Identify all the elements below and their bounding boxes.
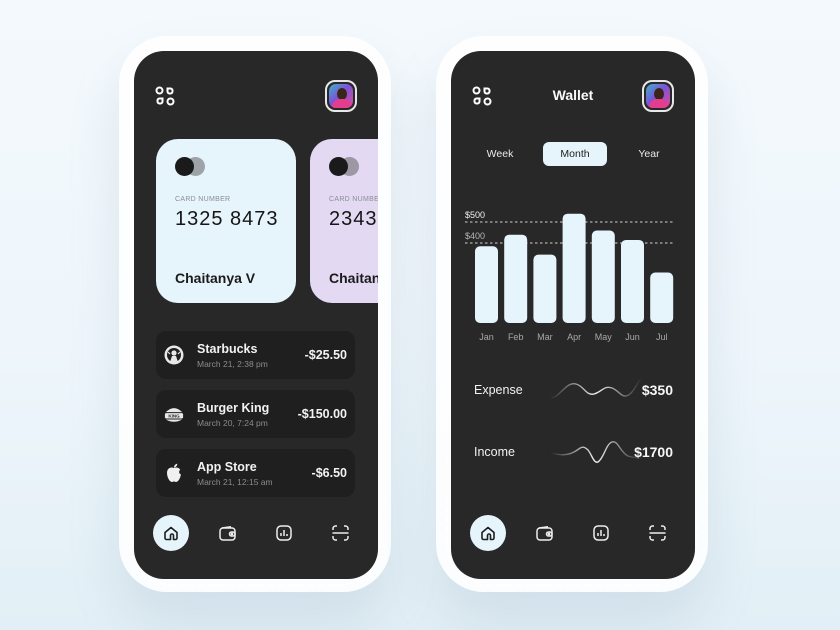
card-number: 1325 8473 xyxy=(175,208,279,230)
chart-icon xyxy=(276,525,292,541)
month-label: Jan xyxy=(479,332,494,342)
month-label: May xyxy=(595,332,613,342)
month-label: Jul xyxy=(656,332,668,342)
payment-card[interactable]: CARD NUMBER 2343 Chaitan xyxy=(310,139,378,303)
expense-label: Expense xyxy=(474,383,523,397)
bar-jun[interactable] xyxy=(621,239,644,323)
income-value: $1700 xyxy=(634,444,673,460)
transaction-date: March 21, 2:38 pm xyxy=(197,359,268,369)
nav-scan[interactable] xyxy=(639,515,675,551)
bar-jan[interactable] xyxy=(475,246,498,323)
transaction-amount: -$6.50 xyxy=(311,466,347,480)
period-selector: Week Month Year xyxy=(451,142,695,166)
nav-wallet[interactable] xyxy=(526,515,562,551)
reference-label: $400 xyxy=(465,231,485,241)
income-row[interactable]: Income $1700 xyxy=(474,438,673,468)
transaction-item[interactable]: Starbucks March 21, 2:38 pm -$25.50 xyxy=(156,331,355,379)
wallet-icon xyxy=(218,525,236,541)
wallet-screen: Wallet Week Month Year $500 $400 Jan Feb Mar… xyxy=(451,51,695,579)
burger-king-logo-icon: KING xyxy=(164,404,184,424)
card-brand-icon xyxy=(175,157,207,177)
card-holder-name: Chaitanya V xyxy=(175,270,256,286)
chart-icon xyxy=(593,525,609,541)
transaction-date: March 20, 7:24 pm xyxy=(197,418,268,428)
card-number-label: CARD NUMBER xyxy=(329,196,378,203)
income-label: Income xyxy=(474,445,515,459)
nav-stats[interactable] xyxy=(266,515,302,551)
home-icon xyxy=(481,526,495,541)
bottom-nav xyxy=(134,515,378,551)
apple-logo-icon xyxy=(164,463,184,483)
bar-mar[interactable] xyxy=(533,254,557,323)
income-sparkline xyxy=(549,441,643,463)
card-brand-icon xyxy=(329,157,361,177)
bar-jul[interactable] xyxy=(650,272,674,324)
scan-icon xyxy=(331,525,349,541)
month-label: Mar xyxy=(537,332,553,342)
transaction-item[interactable]: App Store March 21, 12:15 am -$6.50 xyxy=(156,449,355,497)
nav-wallet[interactable] xyxy=(209,515,245,551)
svg-text:KING: KING xyxy=(168,414,180,419)
avatar-photo xyxy=(646,84,670,108)
merchant-name: App Store xyxy=(197,460,257,474)
transaction-item[interactable]: KING Burger King March 20, 7:24 pm -$150… xyxy=(156,390,355,438)
user-avatar[interactable] xyxy=(642,80,674,112)
bottom-nav xyxy=(451,515,695,551)
bar-apr[interactable] xyxy=(562,213,586,323)
scan-icon xyxy=(648,525,666,541)
expense-value: $350 xyxy=(641,382,673,398)
nav-scan[interactable] xyxy=(322,515,358,551)
nav-home[interactable] xyxy=(470,515,506,551)
user-avatar[interactable] xyxy=(325,80,357,112)
expense-row[interactable]: Expense $350 xyxy=(474,376,673,406)
avatar-photo xyxy=(329,84,353,108)
nav-stats[interactable] xyxy=(583,515,619,551)
month-label: Feb xyxy=(508,332,524,342)
transaction-date: March 21, 12:15 am xyxy=(197,477,273,487)
bar-feb[interactable] xyxy=(504,234,528,323)
transaction-amount: -$150.00 xyxy=(297,407,347,421)
monthly-bar-chart: $500 $400 Jan Feb Mar Apr May Jun Jul xyxy=(465,210,675,342)
wallet-icon xyxy=(535,525,553,541)
home-icon xyxy=(164,526,178,541)
tab-week[interactable]: Week xyxy=(473,142,527,166)
merchant-name: Starbucks xyxy=(197,342,258,356)
tab-month[interactable]: Month xyxy=(543,142,607,166)
month-label: Apr xyxy=(567,332,581,342)
month-label: Jun xyxy=(625,332,640,342)
menu-grid-icon[interactable] xyxy=(155,86,175,106)
reference-label: $500 xyxy=(465,210,485,220)
card-number-label: CARD NUMBER xyxy=(175,196,231,203)
card-holder-name: Chaitan xyxy=(329,270,378,286)
tab-year[interactable]: Year xyxy=(621,142,677,166)
nav-home[interactable] xyxy=(153,515,189,551)
merchant-name: Burger King xyxy=(197,401,270,415)
bar-may[interactable] xyxy=(591,230,615,324)
transaction-amount: -$25.50 xyxy=(304,348,347,362)
payment-card[interactable]: CARD NUMBER 1325 8473 Chaitanya V xyxy=(156,139,296,303)
starbucks-logo-icon xyxy=(164,345,184,365)
cards-screen: CARD NUMBER 1325 8473 Chaitanya V CARD N… xyxy=(134,51,378,579)
card-number: 2343 xyxy=(329,208,378,230)
expense-sparkline xyxy=(549,377,643,399)
